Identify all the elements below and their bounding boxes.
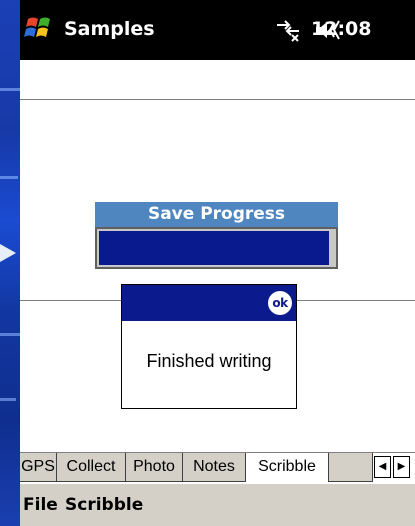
save-progress-title: Save Progress bbox=[95, 202, 338, 227]
app-title: Samples bbox=[64, 18, 155, 40]
menu-scribble[interactable]: Scribble bbox=[65, 495, 143, 515]
windows-start-icon[interactable] bbox=[24, 13, 56, 45]
ok-button[interactable]: ok bbox=[268, 291, 292, 315]
title-bar: Samples 12:08 bbox=[20, 0, 415, 60]
background-streak bbox=[0, 333, 20, 336]
menu-bar: File Scribble bbox=[20, 483, 415, 526]
dialog-header: ok bbox=[122, 285, 296, 321]
clock[interactable]: 12:08 bbox=[311, 18, 371, 40]
tab-scribble[interactable]: Scribble bbox=[246, 453, 329, 482]
menu-file[interactable]: File bbox=[23, 495, 58, 515]
tab-overflow bbox=[329, 453, 373, 482]
tab-gps[interactable]: GPS bbox=[20, 453, 57, 482]
save-progress-bar bbox=[95, 227, 338, 269]
connectivity-icon[interactable] bbox=[274, 17, 302, 43]
scroll-left-icon[interactable]: ◀ bbox=[374, 456, 391, 478]
progress-bar-fill bbox=[99, 231, 329, 265]
tab-collect[interactable]: Collect bbox=[57, 453, 126, 482]
background-streak bbox=[0, 176, 18, 179]
tab-notes[interactable]: Notes bbox=[183, 453, 246, 482]
background-streak bbox=[0, 398, 16, 401]
message-dialog: ok Finished writing bbox=[121, 284, 297, 409]
scroll-right-icon[interactable]: ▶ bbox=[393, 456, 410, 478]
divider-line bbox=[20, 99, 415, 100]
tab-photo[interactable]: Photo bbox=[126, 453, 183, 482]
tab-bar: GPS Collect Photo Notes Scribble ◀ ▶ bbox=[20, 452, 415, 483]
pointer-arrow-icon bbox=[0, 244, 16, 262]
dialog-message: Finished writing bbox=[146, 351, 272, 371]
device-screen: Samples 12:08 Save Progress ok Finished … bbox=[20, 0, 415, 526]
